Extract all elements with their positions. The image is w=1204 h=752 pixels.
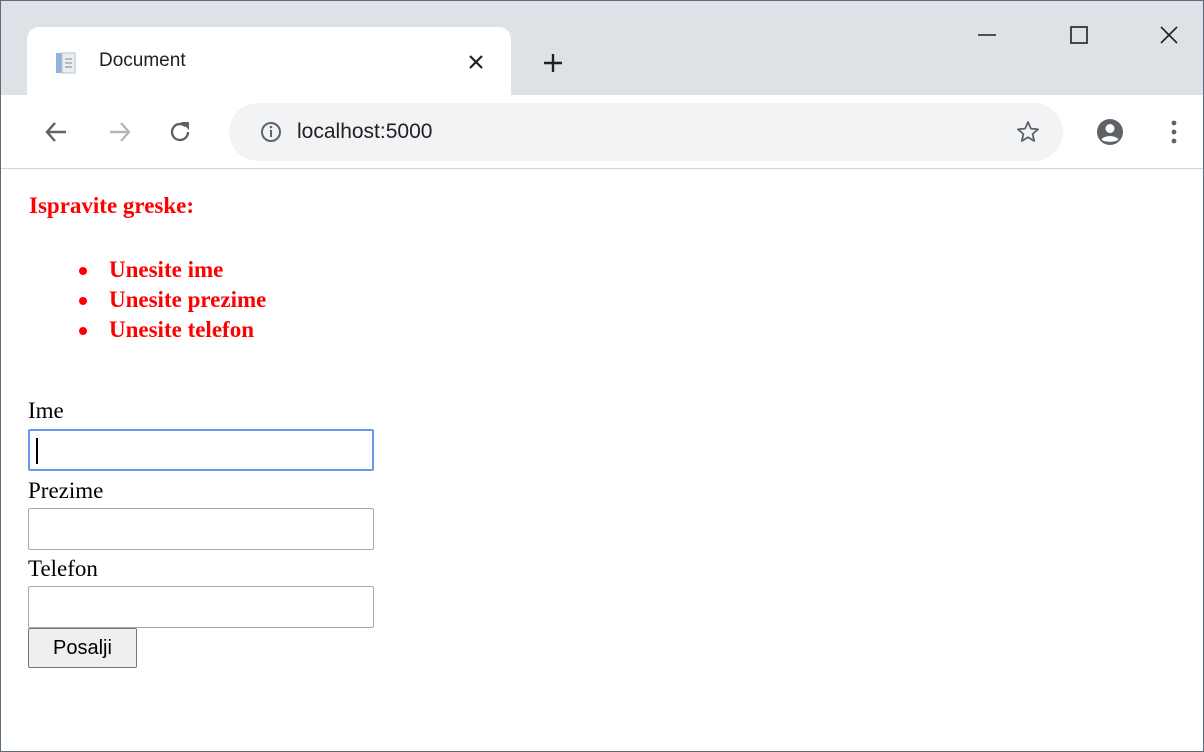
prezime-label: Prezime bbox=[28, 478, 104, 503]
close-icon[interactable] bbox=[463, 49, 489, 75]
minimize-icon[interactable] bbox=[967, 15, 1007, 55]
bullet-icon bbox=[79, 327, 87, 335]
validation-error-list: Unesite ime Unesite prezime Unesite tele… bbox=[29, 255, 266, 345]
account-icon[interactable] bbox=[1091, 113, 1129, 151]
ime-label: Ime bbox=[28, 398, 64, 423]
maximize-icon[interactable] bbox=[1059, 15, 1099, 55]
plus-icon[interactable] bbox=[537, 47, 569, 79]
bullet-icon bbox=[79, 297, 87, 305]
validation-error-text: Unesite telefon bbox=[109, 317, 254, 342]
address-bar[interactable]: localhost:5000 bbox=[229, 103, 1063, 161]
posalji-button[interactable]: Posalji bbox=[28, 628, 137, 668]
tab-strip: Document bbox=[1, 1, 1203, 95]
page-content: Ispravite greske: Unesite ime Unesite pr… bbox=[1, 170, 1203, 751]
arrow-left-icon[interactable] bbox=[37, 113, 75, 151]
telefon-input[interactable] bbox=[28, 586, 374, 628]
bullet-icon bbox=[79, 267, 87, 275]
close-window-icon[interactable] bbox=[1149, 15, 1189, 55]
validation-error-item: Unesite prezime bbox=[29, 285, 266, 315]
tab-title: Document bbox=[99, 50, 186, 71]
reload-icon[interactable] bbox=[161, 113, 199, 151]
document-icon bbox=[55, 51, 77, 75]
url-text: localhost:5000 bbox=[297, 120, 433, 143]
info-icon[interactable] bbox=[259, 120, 283, 144]
telefon-label: Telefon bbox=[28, 556, 98, 581]
validation-error-text: Unesite ime bbox=[109, 257, 224, 282]
ime-input[interactable] bbox=[28, 429, 374, 471]
kebab-menu-icon[interactable] bbox=[1155, 113, 1193, 151]
text-caret bbox=[36, 438, 38, 464]
validation-error-text: Unesite prezime bbox=[109, 287, 267, 312]
browser-window: Document localhost:5000 Ispravite greske… bbox=[0, 0, 1204, 752]
validation-summary-title: Ispravite greske: bbox=[29, 193, 195, 218]
browser-toolbar: localhost:5000 bbox=[1, 95, 1203, 169]
star-icon[interactable] bbox=[1013, 117, 1043, 147]
validation-error-item: Unesite telefon bbox=[29, 315, 266, 345]
tab-document[interactable]: Document bbox=[27, 27, 511, 95]
prezime-input[interactable] bbox=[28, 508, 374, 550]
arrow-right-icon[interactable] bbox=[101, 113, 139, 151]
validation-error-item: Unesite ime bbox=[29, 255, 266, 285]
